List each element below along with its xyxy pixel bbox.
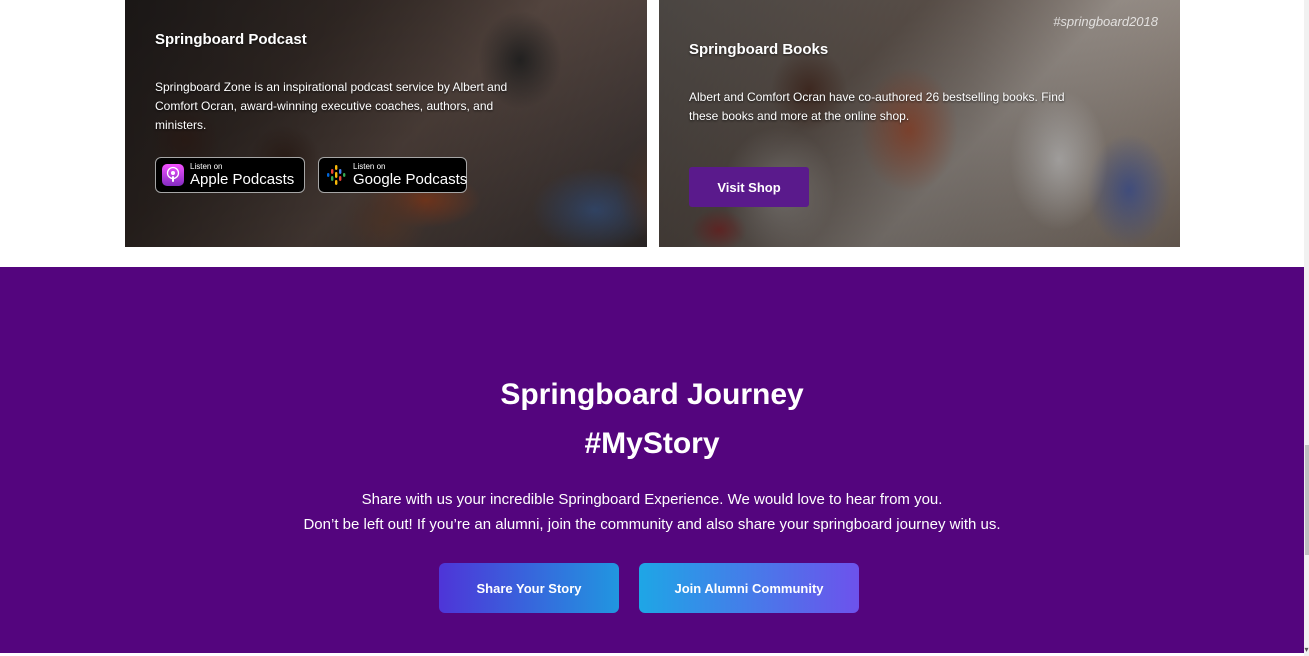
scroll-down-arrow-icon[interactable]: ▾ bbox=[1304, 644, 1309, 656]
scrollbar-thumb[interactable] bbox=[1305, 445, 1309, 555]
page: Springboard Podcast Springboard Zone is … bbox=[0, 0, 1309, 656]
podcast-card-title: Springboard Podcast bbox=[155, 31, 307, 48]
journey-description: Share with us your incredible Springboar… bbox=[0, 487, 1304, 537]
google-podcasts-badge[interactable]: Listen on Google Podcasts bbox=[318, 157, 467, 193]
journey-title-line1: Springboard Journey bbox=[500, 378, 804, 411]
journey-heading: Springboard Journey #MyStory bbox=[0, 370, 1304, 468]
books-card-description: Albert and Comfort Ocran have co-authore… bbox=[689, 90, 1065, 123]
journey-buttons: Share Your Story Join Alumni Community bbox=[0, 563, 1304, 613]
podcast-card-description: Springboard Zone is an inspirational pod… bbox=[155, 80, 508, 132]
google-badge-big-text: Google Podcasts bbox=[353, 171, 468, 188]
apple-podcasts-icon bbox=[162, 164, 184, 186]
visit-shop-button[interactable]: Visit Shop bbox=[689, 167, 809, 207]
journey-text-line2: Don’t be left out! If you’re an alumni, … bbox=[303, 516, 1001, 533]
apple-badge-big-text: Apple Podcasts bbox=[190, 171, 295, 188]
books-card-title: Springboard Books bbox=[689, 41, 829, 58]
journey-section: Springboard Journey #MyStory Share with … bbox=[0, 267, 1304, 653]
join-alumni-community-button[interactable]: Join Alumni Community bbox=[639, 563, 859, 613]
google-podcasts-icon bbox=[325, 164, 347, 186]
journey-text-line1: Share with us your incredible Springboar… bbox=[361, 491, 943, 508]
books-card: #springboard2018 Springboard Books Alber… bbox=[659, 0, 1180, 247]
page-scrollbar[interactable]: ▾ bbox=[1304, 0, 1309, 656]
share-your-story-button[interactable]: Share Your Story bbox=[439, 563, 619, 613]
podcast-card: Springboard Podcast Springboard Zone is … bbox=[125, 0, 647, 247]
podcast-badges: Listen on Apple Podcasts Listen on Googl… bbox=[155, 157, 467, 193]
google-badge-small-text: Listen on bbox=[353, 162, 386, 171]
apple-podcasts-badge[interactable]: Listen on Apple Podcasts bbox=[155, 157, 305, 193]
apple-badge-small-text: Listen on bbox=[190, 162, 223, 171]
journey-title-line2: #MyStory bbox=[584, 427, 720, 460]
